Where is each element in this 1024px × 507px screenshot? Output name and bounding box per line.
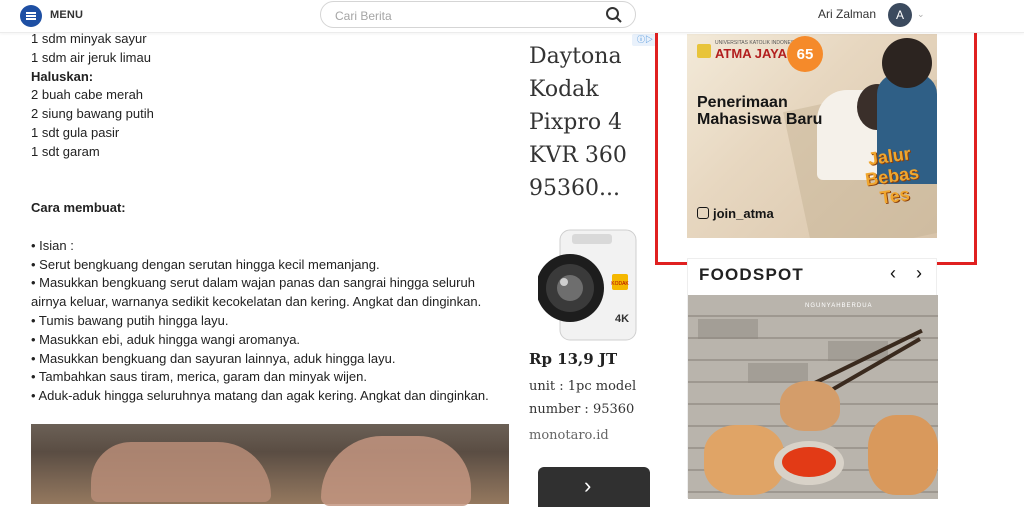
article-line: airnya keluar, warnanya sedikit kecokela… <box>31 294 482 310</box>
search-icon[interactable] <box>605 6 623 24</box>
menu-icon[interactable] <box>20 5 42 27</box>
camera-brand: KODAK <box>611 281 629 287</box>
article-line: 1 sdt gula pasir <box>31 124 120 140</box>
article-line: • Tambahkan saus tiram, merica, garam da… <box>31 369 367 385</box>
foodspot-image[interactable]: NGUNYAHBERDUA <box>688 295 938 499</box>
article-line: • Tumis bawang putih hingga layu. <box>31 312 229 328</box>
article-line: • Serut bengkuang dengan serutan hingga … <box>31 256 380 272</box>
article-line: • Masukkan ebi, aduk hingga wangi aroman… <box>31 331 301 347</box>
foodspot-widget: FOODSPOT ‹ › NGUNYAHBERDUA <box>687 258 938 499</box>
article-image <box>31 424 509 506</box>
article-line: • Aduk-aduk hingga seluruhnya matang dan… <box>31 388 489 404</box>
article-line <box>31 180 511 199</box>
article-line: 2 siung bawang putih <box>31 106 154 122</box>
article-line: 2 buah cabe merah <box>31 87 144 103</box>
camera-image[interactable]: KODAK 4K <box>538 226 648 344</box>
image-watermark: NGUNYAHBERDUA <box>805 303 873 309</box>
chevron-left-icon[interactable]: ‹ <box>890 263 896 284</box>
foodspot-title: FOODSPOT <box>699 265 804 284</box>
article-line: Haluskan: <box>31 68 94 84</box>
camera-badge: 4K <box>615 313 629 325</box>
menu-label[interactable]: MENU <box>50 9 83 21</box>
product-ad[interactable]: ⓘ▷ Daytona Kodak Pixpro 4 KVR 360 95360.… <box>518 30 658 507</box>
top-navbar: MENU Ari Zalman A ⌄ <box>0 0 1024 33</box>
user-name[interactable]: Ari Zalman <box>818 7 876 21</box>
article-line: • Masukkan bengkuang serut dalam wajan p… <box>31 275 475 291</box>
ad-domain[interactable]: monotaro.id <box>529 428 609 443</box>
ad-title[interactable]: Daytona Kodak Pixpro 4 KVR 360 95360... <box>529 40 639 205</box>
search-box <box>320 1 636 28</box>
article-line: Cara membuat: <box>31 200 126 216</box>
article-line <box>31 218 511 237</box>
article-line: 1 sdm air jeruk limau <box>31 49 151 65</box>
ad-next-button[interactable]: › <box>538 467 650 507</box>
chevron-right-icon[interactable]: › <box>916 263 922 284</box>
highlight-box <box>655 19 977 265</box>
avatar[interactable]: A <box>888 3 912 27</box>
article-body: 1 sdm minyak sayur 1 sdm air jeruk limau H… <box>31 30 511 406</box>
ad-price[interactable]: Rp 13,9 JT <box>529 350 617 368</box>
chevron-down-icon[interactable]: ⌄ <box>917 9 925 20</box>
article-line: • Masukkan bengkuang dan sayuran lainnya… <box>31 350 396 366</box>
article-line: • Isian : <box>31 237 74 253</box>
ad-description[interactable]: unit : 1pc model number : 95360 <box>529 375 654 421</box>
article-line: 1 sdt garam <box>31 143 100 159</box>
article-line <box>31 162 511 181</box>
chevron-right-icon: › <box>584 473 592 498</box>
search-input[interactable] <box>333 6 597 26</box>
